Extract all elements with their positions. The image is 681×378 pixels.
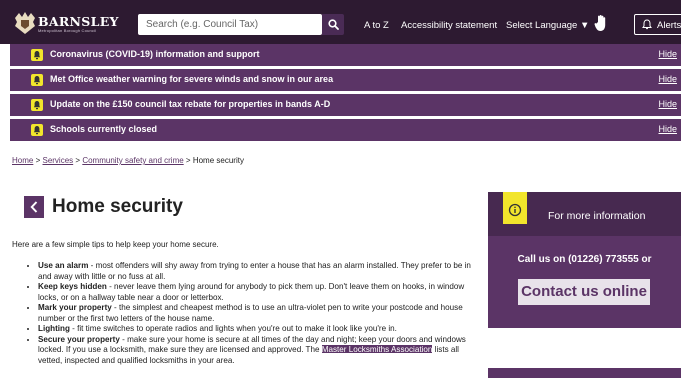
tip-title: Lighting: [38, 324, 70, 333]
breadcrumb-separator: >: [35, 156, 41, 165]
nav-select-language[interactable]: Select Language ▼: [506, 20, 589, 31]
call-text: Call us on (01226) 773555 or: [517, 254, 652, 265]
alert-hide-link[interactable]: Hide: [658, 74, 677, 84]
back-button[interactable]: [24, 196, 44, 218]
sidebar-panel-next: [488, 368, 681, 378]
council-logo[interactable]: BARNSLEY Metropolitan Borough Council: [12, 10, 132, 36]
tip-title: Secure your property: [38, 334, 120, 344]
breadcrumb-home[interactable]: Home: [12, 156, 33, 165]
bell-icon: [31, 124, 43, 136]
hand-pointer-icon[interactable]: [594, 14, 608, 32]
alert-item: Met Office weather warning for severe wi…: [10, 69, 681, 91]
more-info-header: For more information: [488, 192, 681, 236]
list-item: Secure your property - make sure your ho…: [38, 335, 478, 367]
list-item: Lighting - fit time switches to operate …: [38, 324, 478, 335]
more-info-title: For more information: [548, 210, 646, 222]
page-title: Home security: [52, 196, 183, 217]
info-icon: [508, 203, 522, 217]
intro-text: Here are a few simple tips to help keep …: [12, 240, 219, 249]
breadcrumb: Home > Services > Community safety and c…: [12, 156, 244, 165]
breadcrumb-community-safety[interactable]: Community safety and crime: [82, 156, 183, 165]
alert-hide-link[interactable]: Hide: [658, 124, 677, 134]
tip-title: Keep keys hidden: [38, 282, 107, 291]
logo-name: BARNSLEY: [38, 14, 119, 29]
site-header: BARNSLEY Metropolitan Borough Council A …: [0, 0, 681, 44]
bell-icon: [31, 74, 43, 86]
contact-us-online-button[interactable]: Contact us online: [518, 279, 650, 305]
tip-title: Use an alarm: [38, 261, 89, 270]
bell-icon: [31, 49, 43, 61]
alert-item: Coronavirus (COVID-19) information and s…: [10, 44, 681, 66]
search-box: [138, 14, 322, 35]
alert-text[interactable]: Met Office weather warning for severe wi…: [50, 74, 333, 84]
alerts-button[interactable]: Alerts: [634, 14, 681, 35]
master-locksmiths-link[interactable]: Master Locksmiths Association: [321, 345, 433, 354]
bell-icon: [31, 99, 43, 111]
breadcrumb-separator: >: [185, 156, 191, 165]
nav-a-to-z[interactable]: A to Z: [364, 20, 389, 31]
nav-accessibility-statement[interactable]: Accessibility statement: [401, 20, 497, 31]
list-item: Keep keys hidden - never leave them lyin…: [38, 282, 478, 303]
alert-text[interactable]: Update on the £150 council tax rebate fo…: [50, 99, 330, 109]
alert-text[interactable]: Schools currently closed: [50, 124, 157, 134]
breadcrumb-separator: >: [75, 156, 81, 165]
alert-hide-link[interactable]: Hide: [658, 99, 677, 109]
alert-text[interactable]: Coronavirus (COVID-19) information and s…: [50, 49, 260, 59]
breadcrumb-current: Home security: [192, 156, 244, 165]
tips-list: Use an alarm - most offenders will shy a…: [26, 261, 478, 366]
search-button[interactable]: [322, 14, 344, 35]
chevron-left-icon: [30, 201, 38, 213]
list-item: Use an alarm - most offenders will shy a…: [38, 261, 478, 282]
bell-icon: [642, 19, 652, 30]
search-input[interactable]: [138, 14, 322, 35]
tip-title: Mark your property: [38, 303, 112, 312]
alert-item: Update on the £150 council tax rebate fo…: [10, 94, 681, 116]
tip-text: - most offenders will shy away from tryi…: [38, 261, 471, 281]
breadcrumb-services[interactable]: Services: [42, 156, 73, 165]
alerts-label: Alerts: [657, 20, 681, 31]
more-info-panel: For more information Call us on (01226) …: [488, 192, 681, 328]
search-icon: [327, 19, 339, 30]
tip-text: - fit time switches to operate radios an…: [69, 324, 397, 333]
alert-hide-link[interactable]: Hide: [658, 49, 677, 59]
alert-item: Schools currently closed Hide: [10, 119, 681, 141]
info-badge: [503, 192, 527, 224]
logo-subtitle: Metropolitan Borough Council: [38, 28, 97, 33]
crest-icon: [15, 12, 35, 34]
list-item: Mark your property - the simplest and ch…: [38, 303, 478, 324]
